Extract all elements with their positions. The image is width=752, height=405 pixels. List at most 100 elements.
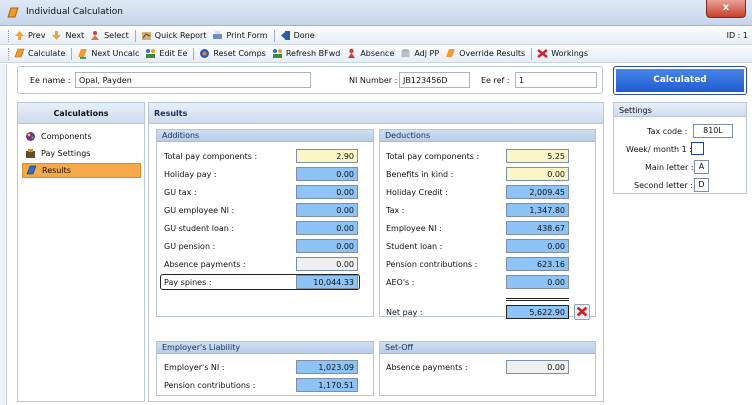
next-button[interactable]: Next (51, 30, 84, 41)
select-button[interactable]: Select (90, 30, 129, 41)
settings-title: Settings (614, 103, 746, 117)
aeos-label: AEO's : (386, 278, 415, 287)
net-pay-value[interactable]: 5,622.90 (506, 305, 569, 319)
student-loan-label: Student loan : (386, 242, 443, 251)
pay-settings-icon (26, 149, 35, 158)
holiday-pay-value[interactable]: 0.00 (296, 167, 358, 181)
absence-payments-value[interactable]: 0.00 (296, 257, 358, 271)
benefits-in-kind-value[interactable]: 0.00 (506, 167, 569, 181)
set-off-absence-payments-label: Absence payments : (386, 363, 468, 372)
holiday-pay-label: Holiday pay : (164, 170, 217, 179)
reset-icon (200, 49, 210, 58)
pay-spines-label: Pay spines : (164, 278, 212, 287)
employers-ni-value[interactable]: 1,023.09 (296, 360, 358, 374)
absence-button[interactable]: Absence (346, 48, 394, 59)
gu-student-loan-value[interactable]: 0.00 (296, 221, 358, 235)
aeos-value[interactable]: 0.00 (506, 275, 569, 289)
week-month-1-checkbox[interactable] (691, 142, 704, 155)
override-results-button[interactable]: Override Results (445, 48, 525, 59)
main-letter-field[interactable]: A (694, 160, 709, 174)
print-form-button[interactable]: Print Form (212, 30, 268, 41)
gu-employee-ni-label: GU employee NI : (164, 206, 235, 215)
holiday-credit-label: Holiday Credit : (386, 188, 448, 197)
results-panel: Results Additions Total pay components :… (148, 102, 604, 402)
nav-item-pay-settings[interactable]: Pay Settings (22, 146, 141, 161)
refresh-bfwd-button[interactable]: Refresh BFwd (272, 48, 340, 59)
toolbar-grip[interactable] (8, 29, 11, 42)
report-icon (141, 32, 151, 40)
people-icon (146, 49, 156, 58)
tax-value[interactable]: 1,347.80 (506, 203, 569, 217)
pay-spines-value[interactable]: 10,044.33 (296, 275, 358, 289)
prev-button[interactable]: Prev (14, 30, 45, 41)
adj-pp-button[interactable]: Adj PP (400, 48, 439, 59)
benefits-in-kind-label: Benefits in kind : (386, 170, 454, 179)
record-id-label: ID : 1 (726, 31, 748, 40)
calculated-status-button[interactable]: Calculated (613, 66, 747, 95)
calculate-button[interactable]: Calculate (14, 48, 65, 59)
pension-contributions-value[interactable]: 623.16 (506, 257, 569, 271)
edit-ee-button[interactable]: Edit Ee (145, 48, 187, 59)
deductions-total-pay-components-value[interactable]: 5.25 (506, 149, 569, 163)
action-toolbar: Calculate Next Uncalc Edit Ee Reset Comp… (0, 45, 752, 63)
gu-employee-ni-value[interactable]: 0.00 (296, 203, 358, 217)
additions-group: Additions Total pay components : 2.90 Ho… (156, 129, 374, 317)
tax-label: Tax : (386, 206, 405, 215)
employers-ni-label: Employer's NI : (164, 363, 225, 372)
second-letter-label: Second letter : (634, 181, 693, 190)
additions-total-pay-components-value[interactable]: 2.90 (296, 149, 358, 163)
holiday-credit-value[interactable]: 2,009.45 (506, 185, 569, 199)
employee-ni-label: Employee NI : (386, 224, 442, 233)
quick-report-button[interactable]: Quick Report (141, 30, 206, 41)
reset-comps-button[interactable]: Reset Comps (199, 48, 266, 59)
main-letter-label: Main letter : (645, 163, 694, 172)
left-panel-edge (0, 64, 7, 405)
exit-door-icon (280, 31, 290, 40)
deductions-total-pay-components-label: Total pay components : (386, 152, 480, 161)
arrow-up-icon (15, 31, 24, 40)
workings-button[interactable]: Workings (537, 48, 588, 59)
components-icon (26, 132, 35, 141)
deductions-title: Deductions (380, 130, 595, 142)
next-uncalc-button[interactable]: Next Uncalc (77, 48, 139, 59)
ni-number-field[interactable]: JB123456D (399, 72, 470, 88)
gu-pension-label: GU pension : (164, 242, 216, 251)
student-loan-value[interactable]: 0.00 (506, 239, 569, 253)
gu-student-loan-label: GU student loan : (164, 224, 235, 233)
arrow-down-icon (52, 31, 62, 40)
database-icon (401, 49, 410, 57)
toolbar-grip[interactable] (8, 47, 11, 60)
set-off-absence-payments-value[interactable]: 0.00 (506, 360, 569, 374)
person-select-icon (91, 31, 100, 40)
toolbar-separator (71, 47, 73, 60)
employers-liability-title: Employer's Liability (157, 342, 373, 354)
net-pay-label: Net pay : (386, 308, 423, 317)
employee-ni-value[interactable]: 438.67 (506, 221, 569, 235)
results-icon (26, 165, 37, 175)
calculator-override-icon (446, 49, 456, 57)
absence-payments-label: Absence payments : (164, 260, 246, 269)
employer-pension-contributions-label: Pension contributions : (164, 381, 256, 390)
employers-liability-group: Employer's Liability Employer's NI : 1,0… (156, 341, 374, 396)
employer-pension-contributions-value[interactable]: 1,170.51 (296, 378, 358, 392)
calculator-icon (14, 48, 25, 58)
tax-code-field[interactable]: 810L (693, 124, 733, 138)
net-pay-workings-button[interactable] (574, 304, 590, 320)
gu-tax-label: GU tax : (164, 188, 197, 197)
tax-code-label: Tax code : (647, 127, 688, 136)
pension-contributions-label: Pension contributions : (386, 260, 478, 269)
settings-panel: Settings Tax code : 810L Week/ month 1 :… (613, 102, 747, 194)
second-letter-field[interactable]: D (694, 178, 709, 192)
total-pay-components-label: Total pay components : (164, 152, 258, 161)
gu-tax-value[interactable]: 0.00 (296, 185, 358, 199)
close-button[interactable]: x (706, 0, 746, 18)
ee-ref-label: Ee ref : (481, 76, 510, 85)
gu-pension-value[interactable]: 0.00 (296, 239, 358, 253)
workings-icon (576, 306, 588, 317)
nav-item-results[interactable]: Results (22, 163, 141, 178)
set-off-title: Set-Off (380, 342, 595, 354)
ee-ref-field[interactable]: 1 (515, 72, 597, 88)
done-button[interactable]: Done (280, 30, 315, 41)
nav-item-components[interactable]: Components (22, 129, 141, 144)
ee-name-field[interactable]: Opal, Payden (75, 72, 311, 88)
